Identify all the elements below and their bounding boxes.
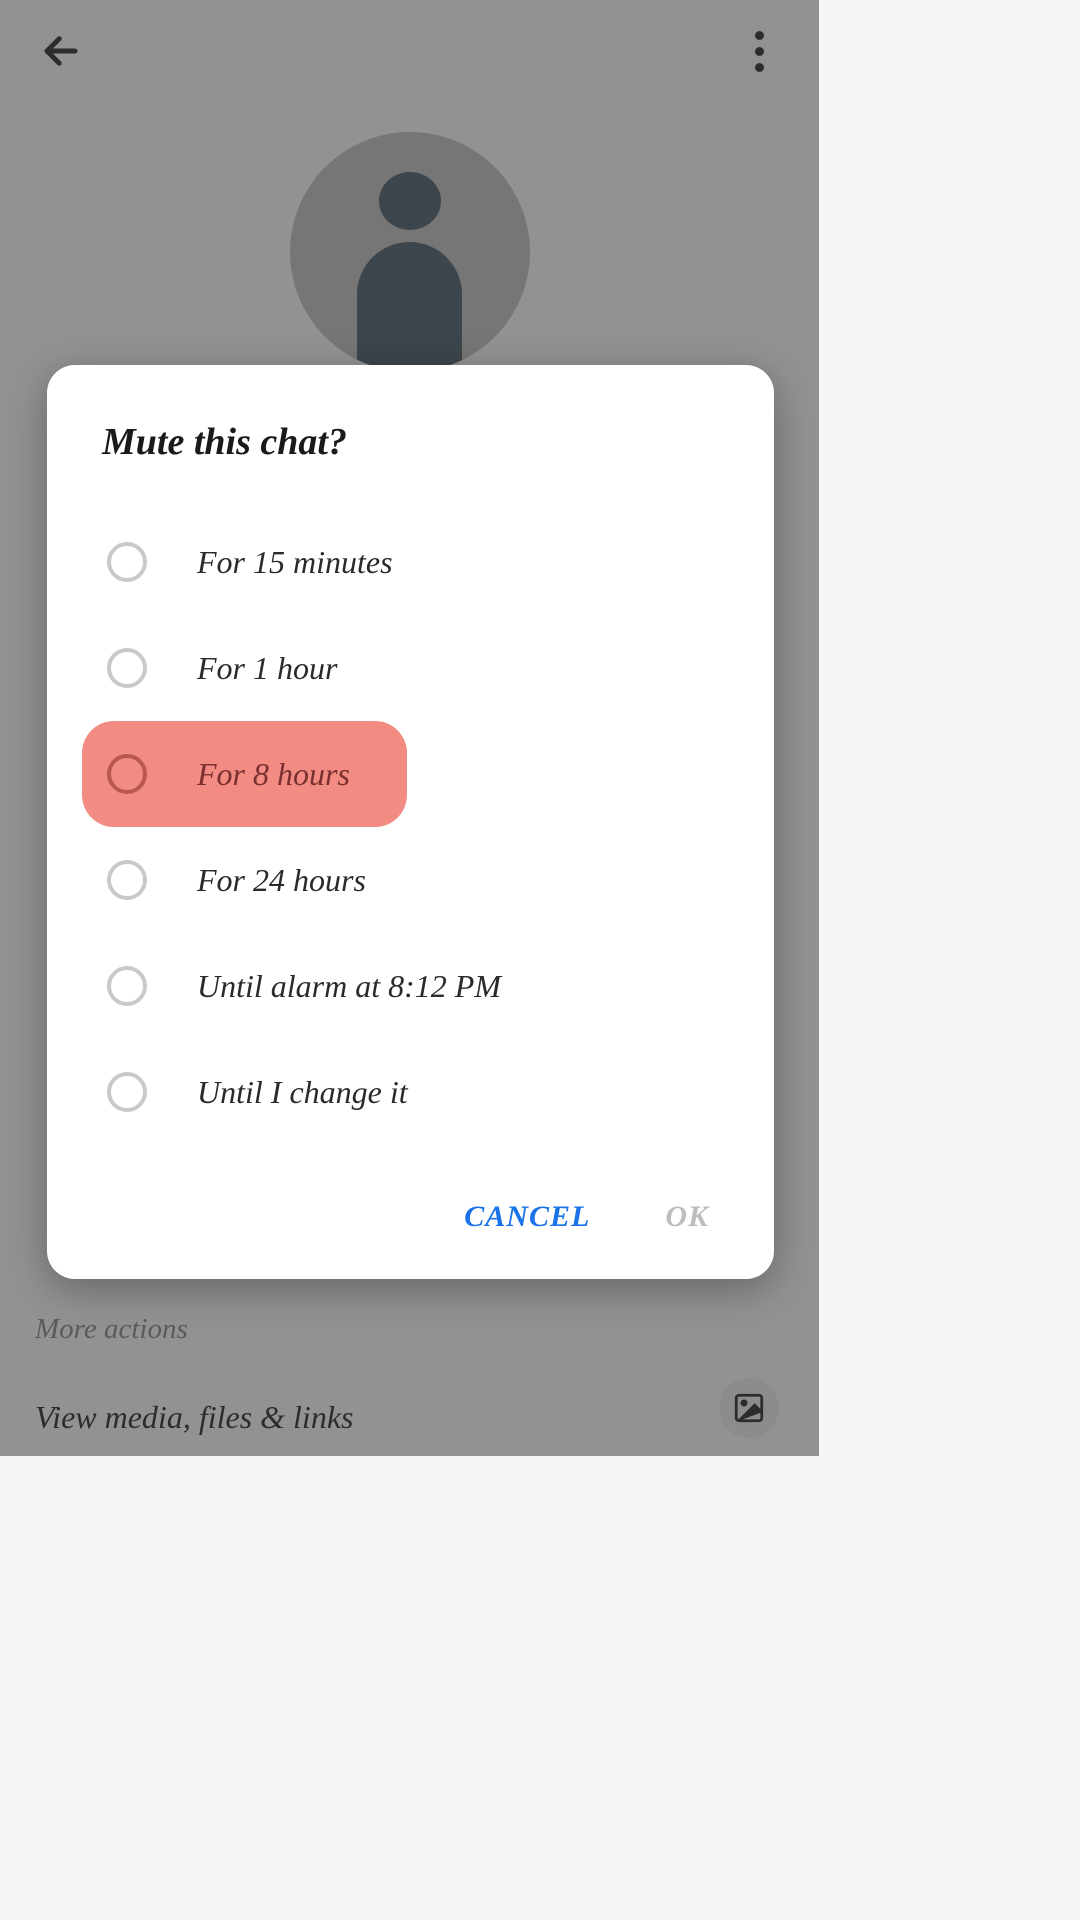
- mute-option-24-hours[interactable]: For 24 hours: [82, 827, 774, 933]
- mute-option-15-minutes[interactable]: For 15 minutes: [82, 509, 774, 615]
- radio-icon: [107, 648, 147, 688]
- dialog-actions: CANCEL OK: [47, 1165, 774, 1239]
- option-label: Until I change it: [197, 1074, 408, 1111]
- option-label: Until alarm at 8:12 PM: [197, 968, 501, 1005]
- radio-icon: [107, 1072, 147, 1112]
- mute-option-until-change[interactable]: Until I change it: [82, 1039, 774, 1145]
- option-label: For 24 hours: [197, 862, 366, 899]
- ok-button[interactable]: OK: [665, 1200, 709, 1234]
- mute-option-until-alarm[interactable]: Until alarm at 8:12 PM: [82, 933, 774, 1039]
- dialog-title: Mute this chat?: [47, 420, 774, 464]
- mute-option-1-hour[interactable]: For 1 hour: [82, 615, 774, 721]
- option-label: For 15 minutes: [197, 544, 393, 581]
- radio-icon: [107, 860, 147, 900]
- mute-chat-dialog: Mute this chat? For 15 minutes For 1 hou…: [47, 365, 774, 1279]
- radio-icon: [107, 966, 147, 1006]
- mute-option-8-hours[interactable]: For 8 hours: [82, 721, 407, 827]
- option-label: For 1 hour: [197, 650, 337, 687]
- cancel-button[interactable]: CANCEL: [464, 1200, 590, 1234]
- radio-icon: [107, 754, 147, 794]
- option-label: For 8 hours: [197, 756, 350, 793]
- radio-icon: [107, 542, 147, 582]
